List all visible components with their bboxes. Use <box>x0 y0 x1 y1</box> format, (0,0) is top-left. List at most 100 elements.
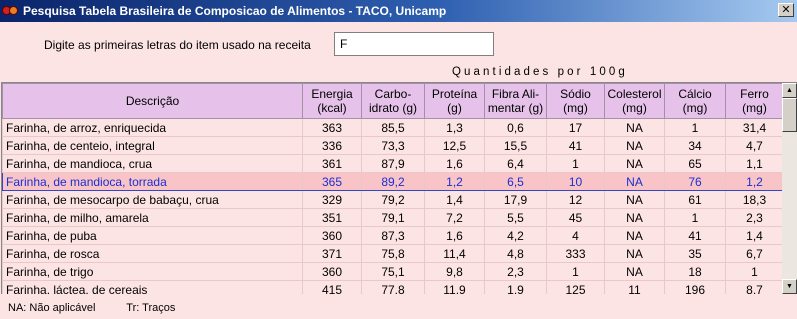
nutrient-value: 1 <box>546 262 605 281</box>
nutrient-value: 35 <box>664 244 726 263</box>
table-header-row: Descrição Energia (kcal) Carbo- idrato (g)… <box>2 83 784 119</box>
nutrient-value: NA <box>604 118 665 137</box>
nutrient-value: 6,4 <box>484 154 547 173</box>
nutrient-value: 31,4 <box>725 118 784 137</box>
food-description: Farinha, de mandioca, torrada <box>2 172 303 191</box>
nutrient-value: 85,5 <box>361 118 425 137</box>
scroll-up-button[interactable]: ▲ <box>782 83 797 98</box>
nutrient-value: 17 <box>546 118 605 137</box>
nutrient-value: 0,6 <box>484 118 547 137</box>
food-description: Farinha, de mandioca, crua <box>2 154 303 173</box>
nutrient-value: 77,8 <box>361 280 425 294</box>
nutrient-value: 11 <box>604 280 665 294</box>
nutrient-value: 336 <box>302 136 362 155</box>
nutrient-value: 76 <box>664 172 726 191</box>
column-header[interactable]: Energia (kcal) <box>302 83 362 119</box>
column-header[interactable]: Descrição <box>2 83 303 119</box>
nutrient-value: 9,8 <box>424 262 485 281</box>
nutrient-value: 4,2 <box>484 226 547 245</box>
nutrient-value: 5,5 <box>484 208 547 227</box>
food-description: Farinha, de mesocarpo de babaçu, crua <box>2 190 303 209</box>
vertical-scrollbar[interactable]: ▲ ▼ <box>782 83 797 294</box>
nutrient-value: 1,2 <box>424 172 485 191</box>
footer-legend: NA: Não aplicável Tr: Traços <box>8 302 203 314</box>
nutrient-value: NA <box>604 190 665 209</box>
column-header[interactable]: Colesterol (mg) <box>604 83 665 119</box>
na-note: NA: Não aplicável <box>8 302 96 314</box>
nutrient-value: 45 <box>546 208 605 227</box>
nutrient-value: 1,2 <box>725 172 784 191</box>
column-header[interactable]: Proteína (g) <box>424 83 485 119</box>
nutrient-value: 65 <box>664 154 726 173</box>
nutrient-value: 11,9 <box>424 280 485 294</box>
table-row[interactable]: Farinha, láctea, de cereais 415 77,8 11,9 1,… <box>2 280 784 294</box>
food-description: Farinha, de rosca <box>2 244 303 263</box>
nutrient-value: 79,2 <box>361 190 425 209</box>
table-row[interactable]: Farinha, de mandioca, crua 361 87,9 1,6 6,4 1… <box>2 154 784 173</box>
nutrient-value: 6,5 <box>484 172 547 191</box>
nutrient-value: 360 <box>302 262 362 281</box>
window-title: Pesquisa Tabela Brasileira de Composicao… <box>23 4 447 18</box>
search-input[interactable] <box>334 32 494 56</box>
nutrient-value: 1,4 <box>725 226 784 245</box>
food-table: Descrição Energia (kcal) Carbo- idrato (g)… <box>1 82 797 294</box>
nutrient-value: 4,8 <box>484 244 547 263</box>
close-button[interactable]: ✕ <box>778 3 794 17</box>
table-row[interactable]: Farinha, de milho, amarela 351 79,1 7,2 5,5 4… <box>2 208 784 227</box>
nutrient-value: NA <box>604 136 665 155</box>
food-description: Farinha, de milho, amarela <box>2 208 303 227</box>
nutrient-value: 79,1 <box>361 208 425 227</box>
food-description: Farinha, de trigo <box>2 262 303 281</box>
search-label: Digite as primeiras letras do item usado… <box>44 38 311 52</box>
nutrient-value: 41 <box>664 226 726 245</box>
table-row[interactable]: Farinha, de puba 360 87,3 1,6 4,2 4 NA 41 1,4 <box>2 226 784 245</box>
food-description: Farinha, de puba <box>2 226 303 245</box>
nutrient-value: 87,9 <box>361 154 425 173</box>
quantities-label: Quantidades por 100g <box>452 66 628 78</box>
nutrient-value: 1,6 <box>424 226 485 245</box>
nutrient-value: 6,7 <box>725 244 784 263</box>
nutrient-value: 1 <box>664 208 726 227</box>
nutrient-value: NA <box>604 226 665 245</box>
nutrient-value: 2,3 <box>725 208 784 227</box>
column-header[interactable]: Sódio (mg) <box>546 83 605 119</box>
column-header[interactable]: Cálcio (mg) <box>664 83 726 119</box>
table-row[interactable]: Farinha, de mesocarpo de babaçu, crua 329… <box>2 190 784 209</box>
nutrient-value: 360 <box>302 226 362 245</box>
column-header[interactable]: Fibra Ali- mentar (g) <box>484 83 547 119</box>
nutrient-value: 17,9 <box>484 190 547 209</box>
column-header[interactable]: Ferro (mg) <box>725 83 784 119</box>
food-description: Farinha, de arroz, enriquecida <box>2 118 303 137</box>
table-row[interactable]: Farinha, de centeio, integral 336 73,3 12,5… <box>2 136 784 155</box>
app-icon <box>2 4 20 18</box>
title-bar: Pesquisa Tabela Brasileira de Composicao… <box>0 0 797 22</box>
column-header[interactable]: Carbo- idrato (g) <box>361 83 425 119</box>
nutrient-value: 18,3 <box>725 190 784 209</box>
nutrient-value: 75,8 <box>361 244 425 263</box>
scroll-up-icon: ▲ <box>786 87 793 94</box>
nutrient-value: 1,6 <box>424 154 485 173</box>
nutrient-value: 371 <box>302 244 362 263</box>
nutrient-value: NA <box>604 154 665 173</box>
scroll-thumb[interactable] <box>782 98 797 132</box>
nutrient-value: 363 <box>302 118 362 137</box>
nutrient-value: 15,5 <box>484 136 547 155</box>
nutrient-value: 7,2 <box>424 208 485 227</box>
nutrient-value: 18 <box>664 262 726 281</box>
nutrient-value: 11,4 <box>424 244 485 263</box>
table-row[interactable]: Farinha, de trigo 360 75,1 9,8 2,3 1 NA 18 1 <box>2 262 784 281</box>
nutrient-value: 12 <box>546 190 605 209</box>
table-row[interactable]: Farinha, de rosca 371 75,8 11,4 4,8 333 NA 35 6,… <box>2 244 784 263</box>
nutrient-value: 87,3 <box>361 226 425 245</box>
nutrient-value: 361 <box>302 154 362 173</box>
nutrient-value: 34 <box>664 136 726 155</box>
nutrient-value: 329 <box>302 190 362 209</box>
nutrient-value: 1,4 <box>424 190 485 209</box>
table-row[interactable]: Farinha, de arroz, enriquecida 363 85,5 1,3… <box>2 118 784 137</box>
food-description: Farinha, láctea, de cereais <box>2 280 303 294</box>
nutrient-value: 415 <box>302 280 362 294</box>
nutrient-value: NA <box>604 172 665 191</box>
tr-note: Tr: Traços <box>126 302 176 314</box>
table-row-selected[interactable]: Farinha, de mandioca, torrada 365 89,2 1,2 6… <box>2 172 784 191</box>
scroll-down-button[interactable]: ▼ <box>782 279 797 294</box>
